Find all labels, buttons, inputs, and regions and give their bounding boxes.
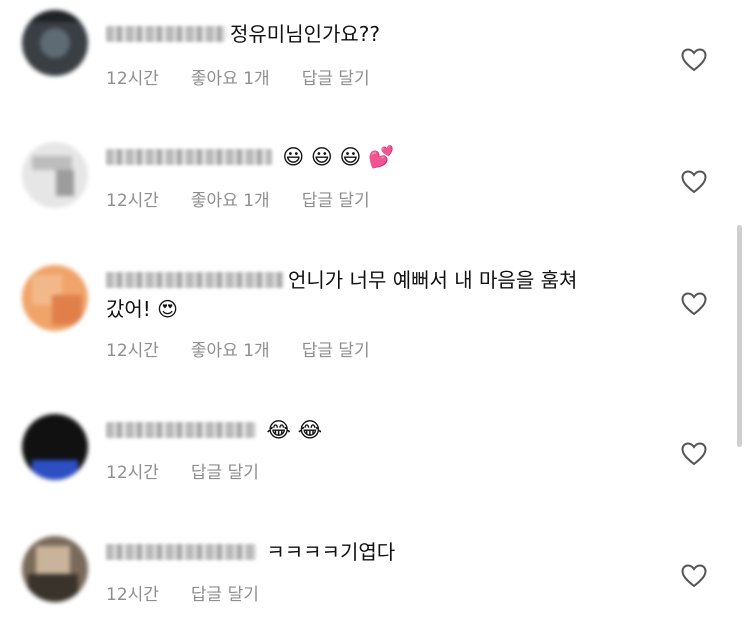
reply-button[interactable]: 답글 달기: [302, 64, 370, 89]
reply-button[interactable]: 답글 달기: [302, 336, 370, 361]
avatar[interactable]: [22, 536, 88, 602]
scrollbar[interactable]: [737, 225, 742, 447]
avatar[interactable]: [22, 414, 88, 480]
comment-text: ㅋㅋㅋㅋ기엽다: [266, 540, 396, 564]
like-count[interactable]: 좋아요 1개: [191, 186, 270, 211]
comment-text: 언니가 너무 예뻐서 내 마음을 훔쳐: [288, 268, 578, 292]
like-count[interactable]: 좋아요 1개: [191, 64, 270, 89]
comment-time: 12시간: [106, 69, 159, 89]
comment-text: 정유미님인가요??: [230, 22, 381, 46]
like-count[interactable]: 좋아요 1개: [191, 336, 270, 361]
comment-time: 12시간: [106, 191, 159, 211]
heart-outline-icon[interactable]: [681, 564, 707, 588]
heart-outline-icon[interactable]: [681, 292, 707, 316]
avatar[interactable]: [22, 10, 88, 76]
username-blurred[interactable]: [106, 422, 256, 438]
reply-button[interactable]: 답글 달기: [302, 186, 370, 211]
avatar[interactable]: [22, 265, 88, 331]
emoji-text: 😃 😃 😃 💕: [282, 145, 395, 169]
username-blurred[interactable]: [106, 26, 226, 42]
heart-outline-icon[interactable]: [681, 170, 707, 194]
comment-time: 12시간: [106, 463, 159, 483]
reply-button[interactable]: 답글 달기: [191, 580, 259, 605]
comment-time: 12시간: [106, 341, 159, 361]
heart-outline-icon[interactable]: [681, 48, 707, 72]
avatar[interactable]: [22, 142, 88, 208]
heart-outline-icon[interactable]: [681, 442, 707, 466]
username-blurred[interactable]: [106, 149, 272, 165]
comment-time: 12시간: [106, 585, 159, 605]
username-blurred[interactable]: [106, 544, 256, 560]
comment-text-line2: 갔어! 😍: [106, 297, 179, 321]
username-blurred[interactable]: [106, 272, 284, 288]
reply-button[interactable]: 답글 달기: [191, 458, 259, 483]
emoji-text: 😂 😂: [266, 418, 323, 442]
